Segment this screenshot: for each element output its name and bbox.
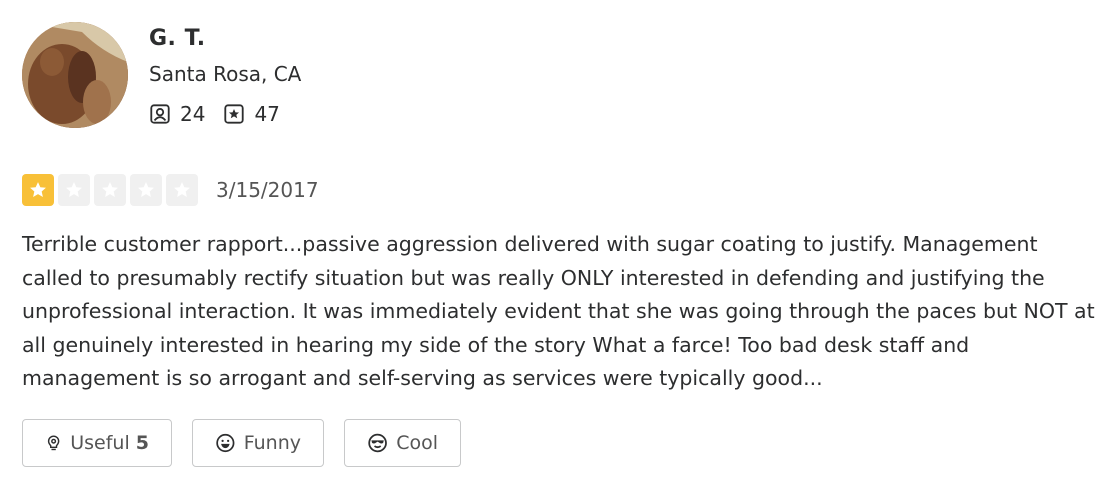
review-date: 3/15/2017 (216, 178, 319, 202)
star-icon (174, 182, 190, 197)
sunglasses-icon (368, 433, 387, 453)
star-3 (94, 174, 126, 206)
friends-count: 24 (180, 102, 206, 126)
star-icon (30, 182, 46, 197)
cool-label: Cool (396, 432, 438, 454)
review-star-icon (224, 104, 245, 124)
funny-button[interactable]: Funny (192, 419, 324, 467)
star-icon (66, 182, 82, 197)
user-name[interactable]: G. T. (149, 26, 206, 51)
reviews-stat: 47 (223, 102, 280, 126)
user-stats: 24 47 (149, 102, 298, 126)
star-2 (58, 174, 90, 206)
star-5 (166, 174, 198, 206)
lightbulb-icon (47, 435, 60, 451)
star-icon (102, 182, 118, 197)
avatar-photo (22, 22, 128, 128)
star-icon (138, 182, 154, 197)
user-avatar[interactable] (22, 22, 128, 128)
review-reactions: Useful 5 Funny Cool (22, 419, 481, 467)
useful-count: 5 (135, 432, 149, 454)
review-rating-row: 3/15/2017 (22, 174, 319, 206)
smile-icon (216, 433, 235, 453)
useful-button[interactable]: Useful 5 (22, 419, 172, 467)
star-4 (130, 174, 162, 206)
useful-label: Useful (70, 432, 130, 454)
cool-button[interactable]: Cool (344, 419, 461, 467)
star-1 (22, 174, 54, 206)
user-location: Santa Rosa, CA (149, 62, 302, 86)
funny-label: Funny (243, 432, 301, 454)
friends-stat: 24 (149, 102, 205, 126)
reviews-count: 47 (254, 102, 280, 126)
review-text: Terrible customer rapport...passive aggr… (22, 232, 1095, 390)
friends-icon (150, 104, 170, 124)
